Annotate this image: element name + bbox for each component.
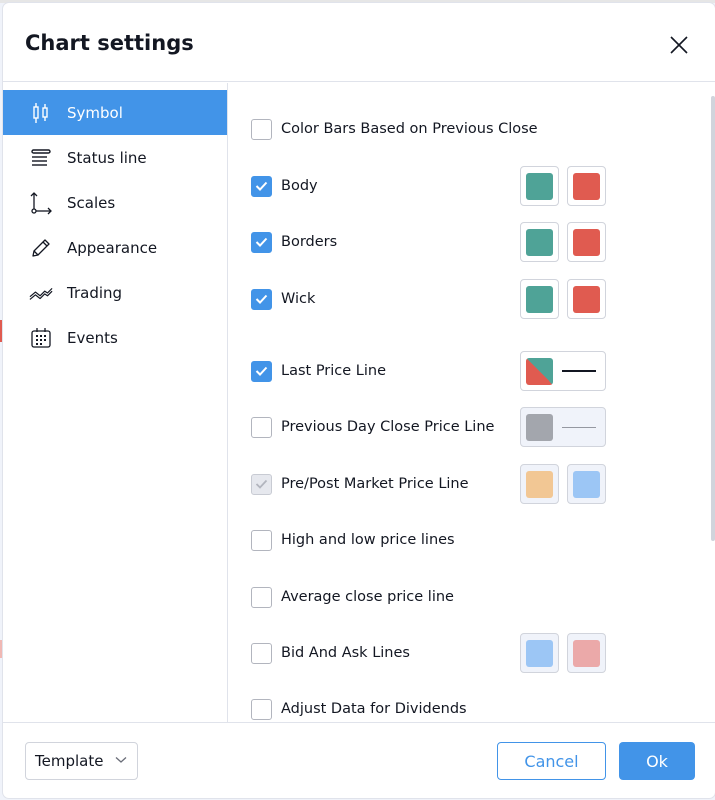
wick-down-color-swatch[interactable]: [567, 279, 606, 319]
setting-row-adjust-dividends: Adjust Data for Dividends: [251, 689, 611, 722]
sidebar-item-label: Scales: [67, 193, 116, 212]
chevron-down-icon: [115, 757, 127, 763]
setting-label: Average close price line: [281, 589, 454, 605]
sidebar-item-trading[interactable]: Trading: [3, 270, 227, 315]
candlestick-icon: [29, 101, 53, 125]
post-market-color-swatch[interactable]: [567, 464, 606, 504]
prev-day-close-checkbox[interactable]: [251, 416, 272, 438]
pre-post-market-checkbox[interactable]: [251, 473, 272, 495]
content-scrollbar[interactable]: [711, 96, 715, 541]
wick-checkbox[interactable]: [251, 288, 272, 310]
body-color-swatches: [520, 166, 606, 206]
borders-color-swatches: [520, 222, 606, 262]
body-checkbox[interactable]: [251, 175, 272, 197]
setting-label: Bid And Ask Lines: [281, 645, 410, 661]
line-style-preview: [562, 370, 596, 372]
setting-row-color-bars: Color Bars Based on Previous Close: [251, 109, 611, 149]
sidebar-item-scales[interactable]: Scales: [3, 180, 227, 225]
sidebar-item-label: Status line: [67, 148, 147, 167]
swatch-fill: [573, 172, 600, 200]
setting-label: Pre/Post Market Price Line: [281, 476, 469, 492]
bid-color-swatch[interactable]: [520, 633, 559, 673]
settings-sidebar: Symbol Status line Scales Appearance Tra…: [3, 83, 228, 722]
ok-button[interactable]: Ok: [619, 742, 695, 780]
swatch-fill: [526, 413, 553, 441]
prev-day-close-style: [520, 407, 606, 447]
swatch-fill: [573, 470, 600, 498]
split-color-swatch: [526, 357, 553, 385]
sidebar-item-label: Appearance: [67, 238, 158, 257]
line-style-preview: [562, 426, 596, 428]
body-down-color-swatch[interactable]: [567, 166, 606, 206]
trading-zigzag-icon: [29, 281, 53, 305]
setting-label: Color Bars Based on Previous Close: [281, 121, 538, 137]
dialog-header: Chart settings: [3, 3, 715, 82]
body-up-color-swatch[interactable]: [520, 166, 559, 206]
close-icon: [670, 36, 688, 54]
close-button[interactable]: [667, 33, 691, 57]
dialog-title: Chart settings: [25, 31, 194, 55]
cancel-button[interactable]: Cancel: [497, 742, 606, 780]
setting-label: Last Price Line: [281, 363, 387, 379]
checkmark-icon: [255, 181, 268, 191]
checkmark-icon: [255, 366, 268, 376]
scales-axis-icon: [29, 191, 53, 215]
checkmark-icon: [255, 294, 268, 304]
status-line-icon: [29, 146, 53, 170]
borders-checkbox[interactable]: [251, 231, 272, 253]
high-low-lines-checkbox[interactable]: [251, 529, 272, 551]
sidebar-item-status-line[interactable]: Status line: [3, 135, 227, 180]
wick-color-swatches: [520, 279, 606, 319]
prev-day-close-style-button[interactable]: [520, 407, 606, 447]
sidebar-item-label: Events: [67, 328, 118, 347]
swatch-fill: [573, 285, 600, 313]
swatch-fill: [526, 285, 553, 313]
swatch-fill: [526, 172, 553, 200]
checkmark-icon: [255, 237, 268, 247]
pre-market-color-swatch[interactable]: [520, 464, 559, 504]
calendar-icon: [29, 326, 53, 350]
setting-row-average-close: Average close price line: [251, 577, 611, 617]
setting-label: Borders: [281, 234, 338, 250]
swatch-fill: [526, 639, 553, 667]
dialog-footer: Template Cancel Ok: [3, 722, 715, 798]
last-price-line-checkbox[interactable]: [251, 360, 272, 382]
checkmark-icon: [255, 479, 268, 489]
adjust-dividends-checkbox[interactable]: [251, 698, 272, 720]
borders-down-color-swatch[interactable]: [567, 222, 606, 262]
template-label: Template: [35, 752, 104, 770]
swatch-fill: [573, 639, 600, 667]
borders-up-color-swatch[interactable]: [520, 222, 559, 262]
setting-label: Body: [281, 178, 318, 194]
pre-post-market-swatches: [520, 464, 606, 504]
sidebar-item-events[interactable]: Events: [3, 315, 227, 360]
setting-label: Adjust Data for Dividends: [281, 701, 467, 717]
setting-label: Wick: [281, 291, 316, 307]
swatch-fill: [526, 470, 553, 498]
pencil-icon: [29, 236, 53, 260]
sidebar-item-label: Trading: [67, 283, 123, 302]
symbol-settings-panel: Color Bars Based on Previous Close Body …: [229, 83, 715, 722]
sidebar-item-appearance[interactable]: Appearance: [3, 225, 227, 270]
chart-settings-dialog: Chart settings Symbol Status line Scales…: [3, 3, 715, 798]
bid-ask-checkbox[interactable]: [251, 642, 272, 664]
last-price-line-style-button[interactable]: [520, 351, 606, 391]
template-dropdown[interactable]: Template: [25, 742, 138, 780]
setting-label: High and low price lines: [281, 532, 455, 548]
wick-up-color-swatch[interactable]: [520, 279, 559, 319]
sidebar-item-symbol[interactable]: Symbol: [3, 90, 227, 135]
last-price-line-style: [520, 351, 606, 391]
color-bars-checkbox[interactable]: [251, 118, 272, 140]
swatch-fill: [526, 228, 553, 256]
ask-color-swatch[interactable]: [567, 633, 606, 673]
swatch-fill: [573, 228, 600, 256]
bid-ask-swatches: [520, 633, 606, 673]
setting-row-high-low: High and low price lines: [251, 520, 611, 560]
average-close-checkbox[interactable]: [251, 586, 272, 608]
sidebar-item-label: Symbol: [67, 103, 123, 122]
setting-label: Previous Day Close Price Line: [281, 419, 495, 435]
